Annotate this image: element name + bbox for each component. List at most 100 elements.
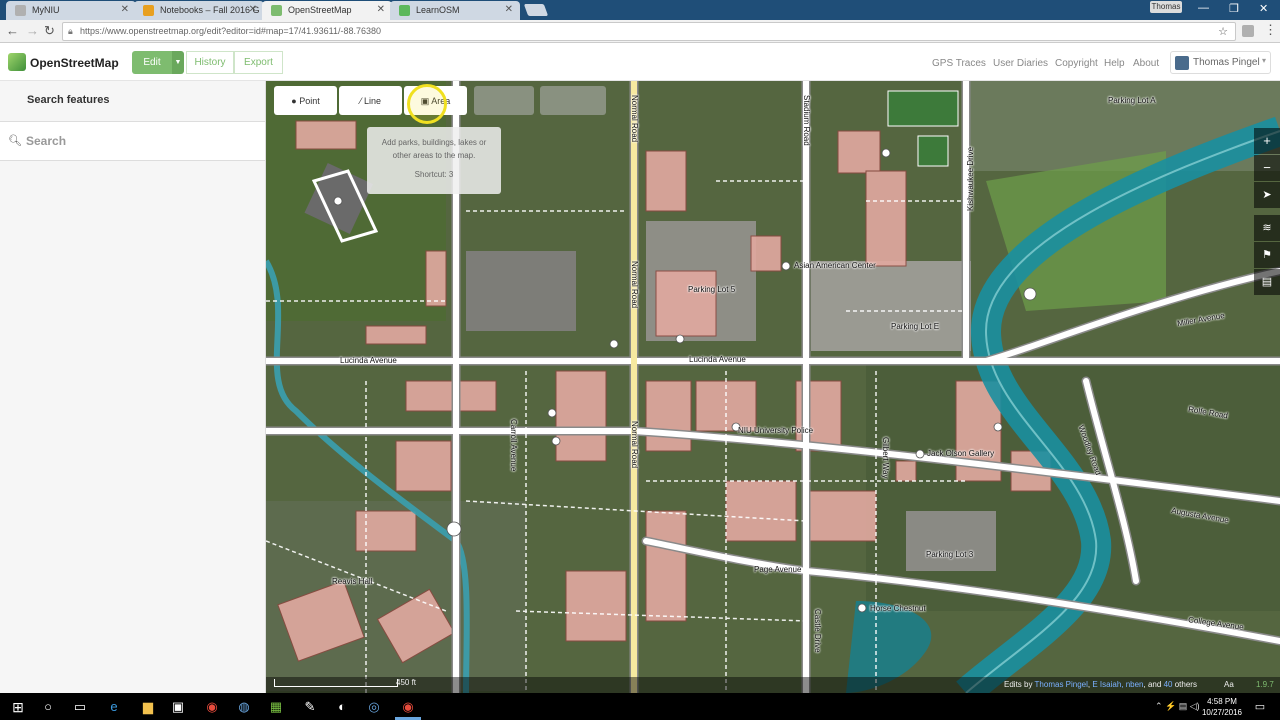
label-stadium-road: Stadium Road <box>802 95 811 146</box>
system-tray-icons[interactable]: ⌃ ⚡ ▤ ◁) <box>1155 701 1200 712</box>
editor-link[interactable]: Thomas Pingel <box>1035 680 1088 689</box>
add-line-button[interactable]: ⁄ Line <box>339 86 402 115</box>
menu-icon[interactable]: ⋮ <box>1264 22 1277 38</box>
profile-badge[interactable]: Thomas <box>1150 1 1182 13</box>
label-parking-lot-5: Parking Lot 5 <box>688 285 736 294</box>
label-parking-lot-3: Parking Lot 3 <box>926 550 974 559</box>
add-point-button[interactable]: ● Point <box>274 86 337 115</box>
nav-help[interactable]: Help <box>1104 58 1125 69</box>
reload-icon[interactable]: ↻ <box>44 23 55 39</box>
app-icon[interactable]: ▦ <box>268 699 284 715</box>
accessibility-icon[interactable]: Aa <box>1224 680 1234 689</box>
forward-icon[interactable]: → <box>26 23 39 38</box>
zoom-out-button[interactable]: − <box>1254 155 1280 181</box>
tooltip-shortcut: Shortcut: 3 <box>414 170 454 179</box>
geolocate-icon[interactable]: ➤ <box>1254 182 1280 208</box>
tab-learnosm[interactable]: LearnOSM ✕ <box>390 1 520 20</box>
label-jack-olson-gallery: Jack Olson Gallery <box>927 449 995 458</box>
avatar <box>1175 56 1189 70</box>
search-icon: 🔍︎ <box>8 135 22 147</box>
label-niu-police: NIU University Police <box>738 426 814 435</box>
label-lucinda-avenue: Lucinda Avenue <box>689 355 746 364</box>
tooltip-text: Add parks, buildings, lakes or other are… <box>381 138 487 160</box>
bookmark-star-icon[interactable]: ☆ <box>1218 25 1228 38</box>
app-icon[interactable]: ◍ <box>236 699 252 715</box>
app-icon[interactable]: ✎ <box>302 699 318 715</box>
back-icon[interactable]: ← <box>6 23 19 38</box>
tab-close-icon[interactable]: ✕ <box>121 4 129 15</box>
nav-about[interactable]: About <box>1133 58 1159 69</box>
clock-time: 4:58 PM <box>1207 697 1237 706</box>
user-menu[interactable]: Thomas Pingel ▾ <box>1170 51 1271 74</box>
map-canvas[interactable]: Parking Lot A Asian American Center Park… <box>266 81 1280 693</box>
editor-link[interactable]: E Isaiah, nben <box>1092 680 1143 689</box>
edits-prefix: Edits by <box>1004 680 1033 689</box>
osm-brand[interactable]: OpenStreetMap <box>30 56 119 70</box>
line-icon: ⁄ <box>359 96 362 106</box>
others-count[interactable]: 40 <box>1164 680 1173 689</box>
history-button[interactable]: History <box>186 51 234 74</box>
tab-close-icon[interactable]: ✕ <box>505 4 513 15</box>
osm-logo-icon[interactable] <box>8 53 26 71</box>
tab-notebooks[interactable]: Notebooks – Fall 2016 G ✕ <box>134 1 264 20</box>
tab-close-icon[interactable]: ✕ <box>249 4 257 15</box>
windows-start-icon[interactable]: ⊞ <box>10 699 26 715</box>
edge-icon[interactable]: e <box>106 699 122 715</box>
add-line-label: Line <box>364 96 382 106</box>
scale-bar <box>274 679 398 687</box>
tab-myniu[interactable]: MyNIU ✕ <box>6 1 136 20</box>
save-button[interactable] <box>540 86 606 115</box>
cursor-highlight <box>407 84 447 124</box>
nav-copyright[interactable]: Copyright <box>1055 58 1098 69</box>
undo-button[interactable] <box>474 86 534 115</box>
file-explorer-icon[interactable]: ▆ <box>140 699 156 715</box>
search-icon[interactable]: ○ <box>40 699 56 715</box>
layers-icon[interactable]: ≋ <box>1254 215 1280 241</box>
extension-icon[interactable] <box>1242 25 1254 37</box>
label-carroll-avenue: Carroll Avenue <box>509 419 518 472</box>
app-icon[interactable]: ◎ <box>366 699 382 715</box>
clock-date: 10/27/2016 <box>1201 708 1243 717</box>
app-icon[interactable]: ◐ <box>334 699 350 715</box>
tab-close-icon[interactable]: ✕ <box>377 4 385 15</box>
edits-attribution: Edits by Thomas Pingel, E Isaiah, nben, … <box>1004 680 1197 689</box>
window-close-icon[interactable]: ✕ <box>1259 2 1268 15</box>
notifications-icon[interactable]: ▭ <box>1252 699 1268 715</box>
zoom-in-button[interactable]: + <box>1254 128 1280 154</box>
help-icon[interactable]: ▤ <box>1254 269 1280 295</box>
nav-gps-traces[interactable]: GPS Traces <box>932 58 986 69</box>
search-input[interactable] <box>26 131 246 151</box>
browser-tabstrip: MyNIU ✕ Notebooks – Fall 2016 G ✕ OpenSt… <box>0 0 1280 20</box>
point-icon: ● <box>291 96 297 106</box>
url-input[interactable]: 🔒︎ https://www.openstreetmap.org/edit?ed… <box>62 22 1236 41</box>
task-view-icon[interactable]: ▭ <box>72 699 88 715</box>
store-icon[interactable]: ▣ <box>170 699 186 715</box>
label-normal-road-north: Normal Road <box>630 95 639 143</box>
tab-title: MyNIU <box>32 5 60 15</box>
search-row: 🔍︎ <box>0 121 265 161</box>
new-tab-button[interactable] <box>523 4 549 16</box>
label-normal-road: Normal Road <box>630 261 639 309</box>
edit-dropdown-chevron-icon[interactable]: ▼ <box>172 51 184 74</box>
chrome-active-icon[interactable]: ◉ <box>400 699 416 715</box>
minimize-icon[interactable]: — <box>1198 2 1209 14</box>
label-lucinda-avenue-west: Lucinda Avenue <box>340 356 397 365</box>
version-link[interactable]: 1.9.7 <box>1256 680 1274 689</box>
tab-openstreetmap[interactable]: OpenStreetMap ✕ <box>262 1 392 20</box>
tab-title: LearnOSM <box>416 5 460 15</box>
label-kishwaukee-drive: Kishwaukee Drive <box>966 146 975 211</box>
tab-favicon <box>143 5 154 16</box>
restore-icon[interactable]: ❐ <box>1229 2 1239 15</box>
export-button[interactable]: Export <box>234 51 283 74</box>
label-page-avenue: Page Avenue <box>754 565 802 574</box>
tab-favicon <box>15 5 26 16</box>
others-text: others <box>1174 680 1197 689</box>
label-reavis-hall: Reavis Hall <box>332 577 373 586</box>
label-normal-road-south: Normal Road <box>630 421 639 469</box>
edit-button[interactable]: Edit <box>132 51 172 74</box>
scale-label: 450 ft <box>396 678 417 687</box>
taskbar-clock[interactable]: 4:58 PM 10/27/2016 <box>1198 696 1246 718</box>
nav-user-diaries[interactable]: User Diaries <box>993 58 1048 69</box>
chrome-icon[interactable]: ◉ <box>204 699 220 715</box>
map-data-icon[interactable]: ⚑ <box>1254 242 1280 268</box>
